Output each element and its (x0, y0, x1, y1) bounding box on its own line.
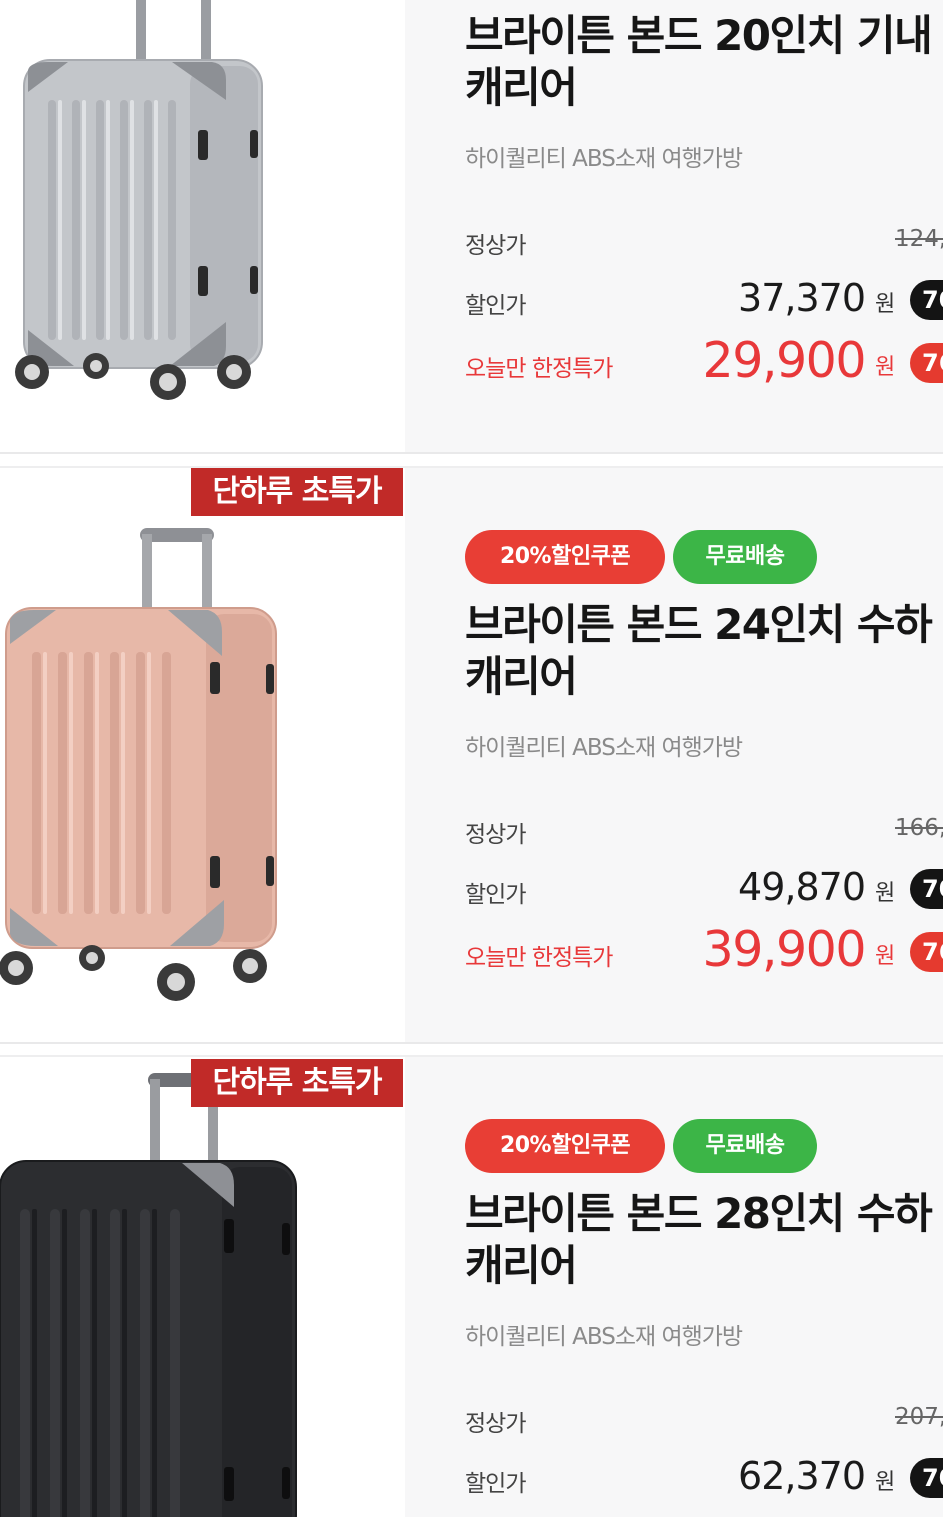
regular-price: 124, (895, 226, 943, 252)
regular-price: 207, (895, 1404, 943, 1430)
product-title-line1[interactable]: 브라이튼 본드 28인치 수하 (465, 1188, 943, 1240)
product-title-line2[interactable]: 캐리어 (465, 1240, 943, 1292)
sale-price-unit: 원 (875, 1470, 896, 1495)
today-special-unit: 원 (875, 355, 896, 380)
product-title-line1[interactable]: 브라이튼 본드 20인치 기내 (465, 10, 943, 62)
product-card[interactable]: 단하루 초특가 20%할인쿠폰 무료배송 브라이튼 본드 24인치 수하 캐리어… (0, 468, 943, 1042)
product-title-line2[interactable]: 캐리어 (465, 62, 943, 114)
sale-price-unit: 원 (875, 881, 896, 906)
today-discount-badge: 76 (910, 343, 943, 383)
product-info: 브라이튼 본드 20인치 기내 캐리어 하이퀄리티 ABS소재 여행가방 정상가… (405, 0, 943, 452)
one-day-deal-badge: 단하루 초특가 (191, 468, 403, 516)
sale-price-unit: 원 (875, 292, 896, 317)
sale-price: 37,370 (738, 276, 866, 320)
today-discount-badge: 76 (910, 932, 943, 972)
one-day-deal-badge: 단하루 초특가 (191, 1059, 403, 1107)
product-image[interactable] (0, 0, 405, 452)
today-special-price: 29,900 (702, 332, 867, 389)
coupon-tag: 20%할인쿠폰 (465, 1119, 665, 1173)
product-info: 20%할인쿠폰 무료배송 브라이튼 본드 28인치 수하 캐리어 하이퀄리티 A… (405, 1057, 943, 1517)
regular-price: 166, (895, 815, 943, 841)
product-title-line2[interactable]: 캐리어 (465, 651, 943, 703)
sale-discount-badge: 70 (910, 869, 943, 909)
product-subtitle: 하이퀄리티 ABS소재 여행가방 (465, 735, 743, 761)
today-special-price: 39,900 (702, 921, 867, 978)
today-special-unit: 원 (875, 944, 896, 969)
regular-price-label: 정상가 (465, 822, 526, 848)
regular-price-label: 정상가 (465, 1411, 526, 1437)
sale-discount-badge: 70 (910, 1458, 943, 1498)
product-image[interactable]: 단하루 초특가 (0, 468, 405, 1042)
suitcase-black-image (0, 1073, 297, 1517)
regular-price-label: 정상가 (465, 233, 526, 259)
coupon-tag: 20%할인쿠폰 (465, 530, 665, 584)
tag-group: 20%할인쿠폰 무료배송 (465, 1119, 817, 1173)
product-title-line1[interactable]: 브라이튼 본드 24인치 수하 (465, 599, 943, 651)
product-info: 20%할인쿠폰 무료배송 브라이튼 본드 24인치 수하 캐리어 하이퀄리티 A… (405, 468, 943, 1042)
sale-price: 62,370 (738, 1454, 866, 1498)
product-image[interactable]: 단하루 초특가 (0, 1057, 405, 1517)
suitcase-rose-gold-image (0, 528, 277, 1001)
product-subtitle: 하이퀄리티 ABS소재 여행가방 (465, 146, 743, 172)
tag-group: 20%할인쿠폰 무료배송 (465, 530, 817, 584)
product-card[interactable]: 단하루 초특가 20%할인쿠폰 무료배송 브라이튼 본드 28인치 수하 캐리어… (0, 1057, 943, 1517)
product-subtitle: 하이퀄리티 ABS소재 여행가방 (465, 1324, 743, 1350)
sale-discount-badge: 70 (910, 280, 943, 320)
free-shipping-tag: 무료배송 (673, 1119, 817, 1173)
free-shipping-tag: 무료배송 (673, 530, 817, 584)
suitcase-silver-image (15, 0, 263, 400)
product-card[interactable]: 브라이튼 본드 20인치 기내 캐리어 하이퀄리티 ABS소재 여행가방 정상가… (0, 0, 943, 452)
sale-price: 49,870 (738, 865, 866, 909)
